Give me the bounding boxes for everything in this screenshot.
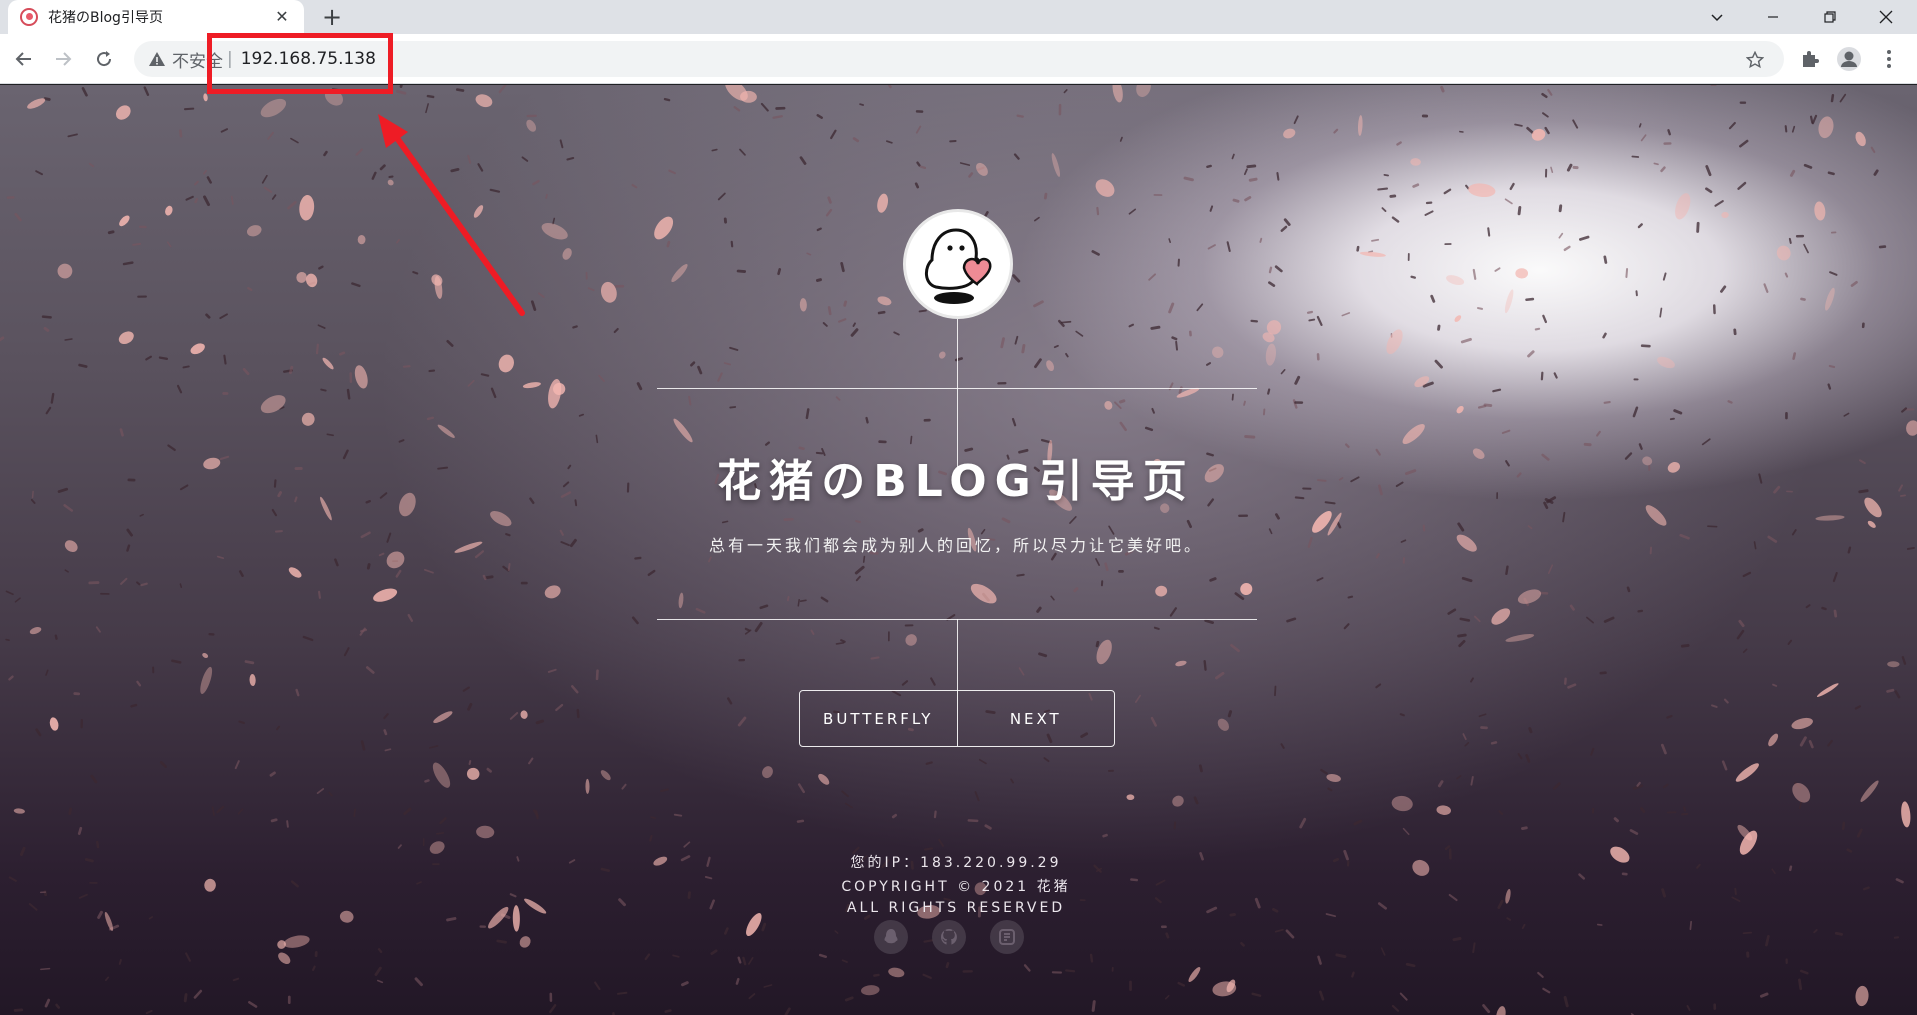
back-arrow-icon[interactable] xyxy=(9,44,39,74)
tab-search-icon[interactable] xyxy=(1689,0,1745,34)
extensions-puzzle-icon[interactable] xyxy=(1797,46,1823,72)
forward-arrow-icon[interactable] xyxy=(48,44,78,74)
tab-close-icon[interactable]: ✕ xyxy=(272,7,292,27)
next-button[interactable]: NEXT xyxy=(958,691,1115,746)
security-label[interactable]: 不安全 xyxy=(172,47,223,72)
tab-strip: 花猪のBlog引导页 ✕ + xyxy=(0,0,1917,34)
pig-heart-favicon-icon xyxy=(20,8,38,26)
nav-button-group: BUTTERFLY NEXT xyxy=(799,690,1115,747)
qq-icon[interactable] xyxy=(874,920,908,954)
restore-icon[interactable] xyxy=(1802,0,1858,34)
address-bar[interactable]: 不安全 | 192.168.75.138 xyxy=(134,41,1784,77)
github-icon[interactable] xyxy=(932,920,966,954)
profile-avatar-icon[interactable] xyxy=(1836,46,1862,72)
new-tab-button[interactable]: + xyxy=(318,4,346,32)
ghost-heart-avatar-icon xyxy=(925,228,992,304)
page-subtitle: 总有一天我们都会成为别人的回忆，所以尽力让它美好吧。 xyxy=(708,536,1203,555)
browser-tab[interactable]: 花猪のBlog引导页 ✕ xyxy=(8,0,304,34)
landing-page: 花猪のBLOG引导页 总有一天我们都会成为别人的回忆，所以尽力让它美好吧。 BU… xyxy=(0,85,1917,1015)
avatar[interactable] xyxy=(903,209,1013,319)
reload-icon[interactable] xyxy=(89,44,119,74)
warning-triangle-icon[interactable] xyxy=(148,50,166,68)
connector-line xyxy=(957,619,958,691)
menu-dots-icon[interactable] xyxy=(1876,46,1902,72)
butterfly-button[interactable]: BUTTERFLY xyxy=(800,691,958,746)
close-window-icon[interactable] xyxy=(1858,0,1914,34)
url-separator: | xyxy=(227,49,233,69)
blog-icon[interactable] xyxy=(990,920,1024,954)
url-text[interactable]: 192.168.75.138 xyxy=(241,49,376,69)
page-title: 花猪のBLOG引导页 xyxy=(717,456,1195,507)
divider-top xyxy=(657,388,1257,389)
rights-text: ALL RIGHTS RESERVED xyxy=(846,900,1066,916)
tab-title: 花猪のBlog引导页 xyxy=(48,10,163,26)
visitor-ip: 您的IP：183.220.99.29 xyxy=(850,855,1062,871)
copyright-text: COPYRIGHT © 2021 花猪 xyxy=(841,879,1071,895)
browser-toolbar: 不安全 | 192.168.75.138 xyxy=(0,34,1917,84)
bookmark-star-icon[interactable] xyxy=(1746,51,1764,69)
minimize-icon[interactable] xyxy=(1745,0,1801,34)
